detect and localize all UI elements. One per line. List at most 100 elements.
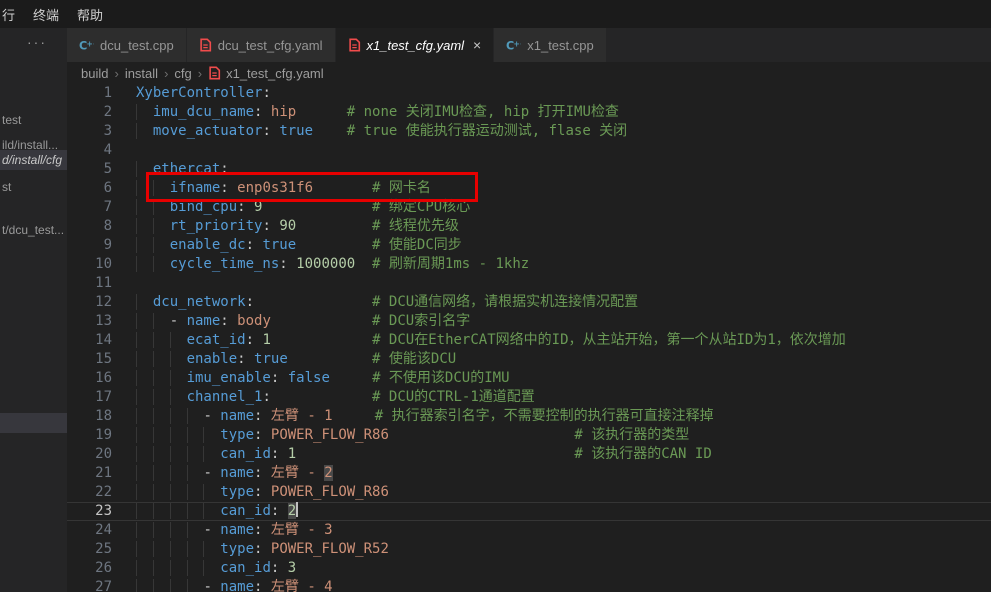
line-number: 14 — [67, 331, 112, 350]
indent-guide — [153, 522, 170, 538]
editor-code-area[interactable]: 1XyberController:2 imu_dcu_name: hip # n… — [67, 84, 991, 592]
code-line[interactable]: 3 move_actuator: true # true 使能执行器运动测试, … — [67, 122, 991, 141]
line-number: 6 — [67, 179, 112, 198]
code-line[interactable]: 8 rt_priority: 90 # 线程优先级 — [67, 217, 991, 236]
code-line[interactable]: 14 ecat_id: 1 # DCU在EtherCAT网络中的ID，从主站开始… — [67, 331, 991, 350]
sidebar-row[interactable]: st — [0, 177, 67, 197]
tab-x1_test.cpp[interactable]: C++x1_test.cpp — [494, 28, 607, 62]
code-line[interactable]: 23 can_id: 2 — [67, 502, 991, 521]
indent-guide — [170, 389, 187, 405]
line-number: 2 — [67, 103, 112, 122]
indent-guide — [187, 503, 204, 519]
sidebar-row[interactable]: t/dcu_test... — [0, 220, 67, 240]
code-line[interactable]: 22 type: POWER_FLOW_R86 — [67, 483, 991, 502]
indent-guide — [136, 123, 153, 139]
code-line[interactable]: 6 ifname: enp0s31f6 # 网卡名 — [67, 179, 991, 198]
sidebar-row[interactable]: test — [0, 110, 67, 130]
code-line[interactable]: 21 - name: 左臂 - 2 — [67, 464, 991, 483]
code-line[interactable]: 7 bind_cpu: 9 # 绑定CPU核心 — [67, 198, 991, 217]
yaml-file-icon — [199, 38, 212, 52]
indent-guide — [170, 427, 187, 443]
indent-guide — [136, 180, 153, 196]
svg-text:++: ++ — [514, 39, 522, 48]
tab-x1_test_cfg.yaml[interactable]: x1_test_cfg.yaml × — [336, 28, 495, 62]
indent-guide — [153, 579, 170, 592]
line-number: 4 — [67, 141, 112, 160]
indent-guide — [136, 256, 153, 272]
close-icon[interactable]: × — [473, 37, 481, 53]
indent-guide — [170, 522, 187, 538]
code-line[interactable]: 16 imu_enable: false # 不使用该DCU的IMU — [67, 369, 991, 388]
code-line[interactable]: 17 channel_1: # DCU的CTRL-1通道配置 — [67, 388, 991, 407]
menu-item[interactable]: 终端 — [24, 5, 68, 24]
line-number: 21 — [67, 464, 112, 483]
indent-guide — [187, 427, 204, 443]
breadcrumb-item[interactable]: cfg — [174, 66, 191, 81]
code-line[interactable]: 12 dcu_network: # DCU通信网络，请根据实机连接情况配置 — [67, 293, 991, 312]
indent-guide — [136, 503, 153, 519]
tab-label: x1_test_cfg.yaml — [367, 38, 465, 53]
breadcrumb: build›install›cfg›x1_test_cfg.yaml — [67, 62, 991, 84]
code-line[interactable]: 13 - name: body # DCU索引名字 — [67, 312, 991, 331]
indent-guide — [136, 294, 153, 310]
indent-guide — [187, 484, 204, 500]
indent-guide — [153, 351, 170, 367]
line-number: 24 — [67, 521, 112, 540]
code-line[interactable]: 5 ethercat: — [67, 160, 991, 179]
text-cursor — [296, 502, 298, 517]
indent-guide — [136, 408, 153, 424]
code-line[interactable]: 20 can_id: 1 # 该执行器的CAN ID — [67, 445, 991, 464]
indent-guide — [153, 503, 170, 519]
code-line[interactable]: 24 - name: 左臂 - 3 — [67, 521, 991, 540]
code-line[interactable]: 26 can_id: 3 — [67, 559, 991, 578]
line-number: 7 — [67, 198, 112, 217]
indent-guide — [136, 427, 153, 443]
tab-bar: C++dcu_test.cppdcu_test_cfg.yamlx1_test_… — [67, 28, 991, 62]
code-line[interactable]: 11 — [67, 274, 991, 293]
indent-guide — [153, 218, 170, 234]
menu-item[interactable]: 帮助 — [68, 5, 112, 24]
indent-guide — [136, 313, 153, 329]
code-line[interactable]: 2 imu_dcu_name: hip # none 关闭IMU检查, hip … — [67, 103, 991, 122]
sidebar-row[interactable]: d/install/cfg — [0, 150, 67, 170]
indent-guide — [153, 541, 170, 557]
chevron-right-icon: › — [198, 66, 202, 81]
sidebar-row[interactable] — [0, 413, 67, 433]
more-actions-icon[interactable]: ··· — [27, 34, 47, 50]
code-line[interactable]: 27 - name: 左臂 - 4 — [67, 578, 991, 592]
breadcrumb-item[interactable]: install — [125, 66, 158, 81]
indent-guide — [170, 332, 187, 348]
line-number: 25 — [67, 540, 112, 559]
sidebar: ··· testild/install...d/install/cfgstt/d… — [0, 28, 67, 592]
indent-guide — [136, 522, 153, 538]
indent-guide — [153, 427, 170, 443]
indent-guide — [153, 332, 170, 348]
indent-guide — [170, 579, 187, 592]
line-number: 18 — [67, 407, 112, 426]
tab-dcu_test_cfg.yaml[interactable]: dcu_test_cfg.yaml — [187, 28, 336, 62]
tab-label: dcu_test.cpp — [100, 38, 174, 53]
code-line[interactable]: 1XyberController: — [67, 84, 991, 103]
indent-guide — [153, 465, 170, 481]
indent-guide — [170, 465, 187, 481]
breadcrumb-file[interactable]: x1_test_cfg.yaml — [226, 66, 324, 81]
indent-guide — [170, 484, 187, 500]
indent-guide — [153, 408, 170, 424]
code-line[interactable]: 10 cycle_time_ns: 1000000 # 刷新周期1ms - 1k… — [67, 255, 991, 274]
code-line[interactable]: 19 type: POWER_FLOW_R86 # 该执行器的类型 — [67, 426, 991, 445]
indent-guide — [136, 199, 153, 215]
cpp-file-icon: C++ — [79, 38, 94, 53]
code-line[interactable]: 18 - name: 左臂 - 1 # 执行器索引名字，不需要控制的执行器可直接… — [67, 407, 991, 426]
menu-item[interactable]: 行 — [0, 5, 24, 24]
code-line[interactable]: 25 type: POWER_FLOW_R52 — [67, 540, 991, 559]
tab-dcu_test.cpp[interactable]: C++ dcu_test.cpp — [67, 28, 187, 62]
code-line[interactable]: 4 — [67, 141, 991, 160]
breadcrumb-item[interactable]: build — [81, 66, 108, 81]
code-line[interactable]: 9 enable_dc: true # 使能DC同步 — [67, 236, 991, 255]
indent-guide — [170, 408, 187, 424]
indent-guide — [187, 408, 204, 424]
indent-guide — [136, 370, 153, 386]
code-line[interactable]: 15 enable: true # 使能该DCU — [67, 350, 991, 369]
line-number: 1 — [67, 84, 112, 103]
indent-guide — [170, 351, 187, 367]
